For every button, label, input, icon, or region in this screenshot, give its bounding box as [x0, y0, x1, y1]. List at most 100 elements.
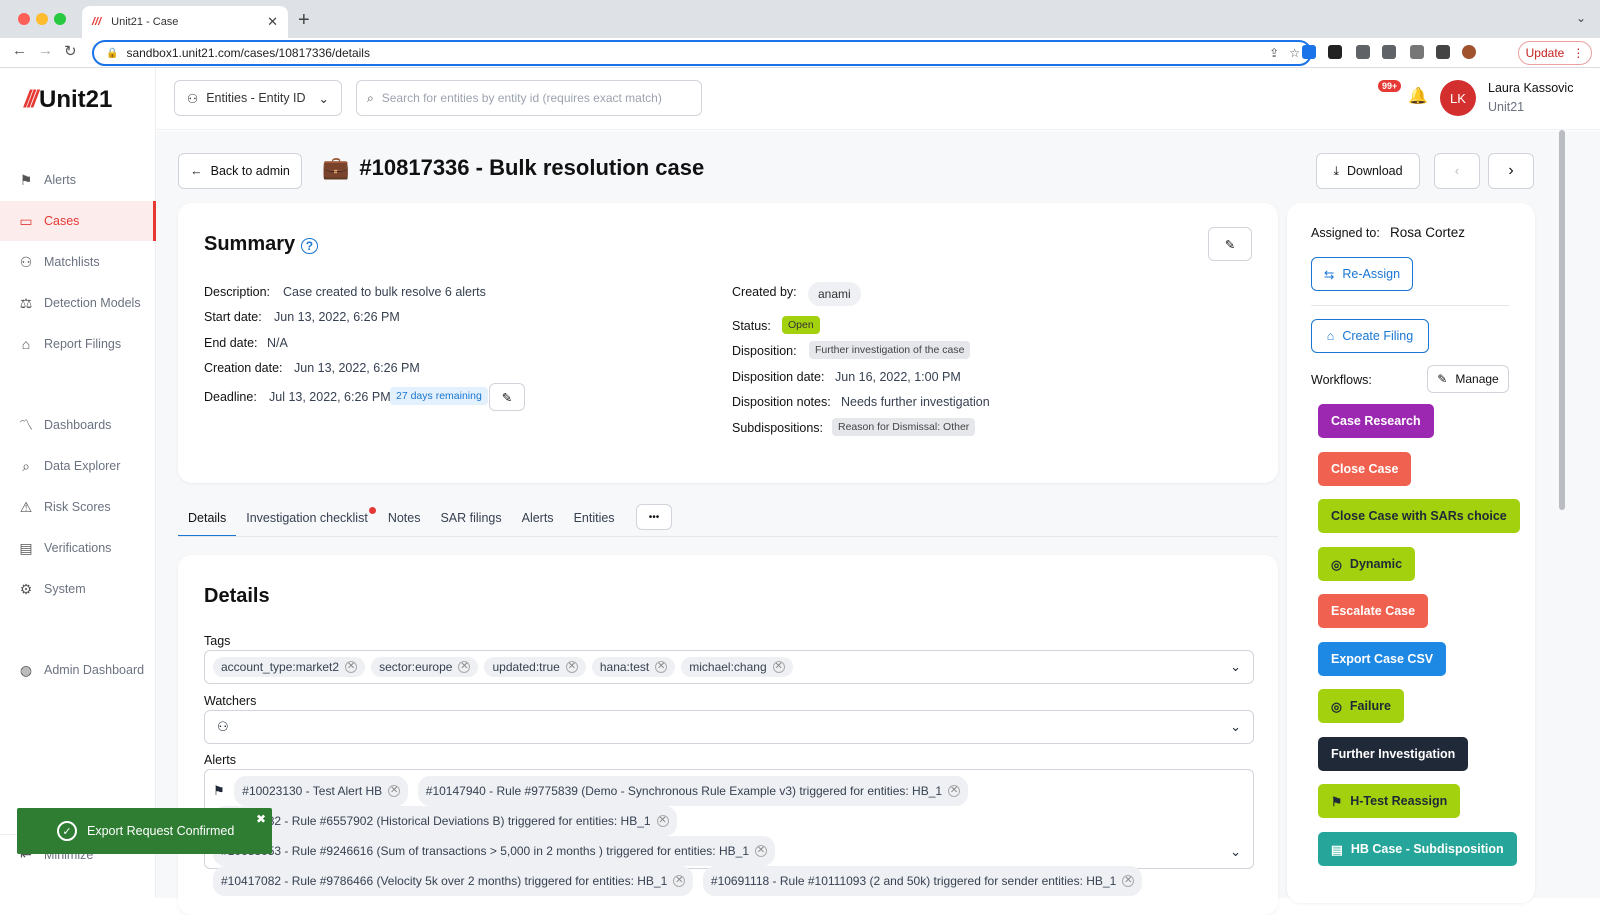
tab-alerts[interactable]: Alerts — [512, 501, 564, 537]
remove-tag-icon[interactable]: ✕ — [565, 661, 578, 673]
workflow-export-case-csv-button[interactable]: Export Case CSV — [1318, 642, 1447, 676]
help-icon[interactable]: ? — [300, 238, 319, 254]
url-text: sandbox1.unit21.com/cases/10817336/detai… — [126, 46, 370, 60]
update-button[interactable]: Update ⋮ — [1518, 41, 1592, 65]
maximize-window-icon[interactable] — [54, 13, 66, 25]
tab-search-chevron-icon[interactable]: ⌄ — [1576, 11, 1586, 25]
sidebar-item-system[interactable]: ⚙ System — [0, 569, 156, 609]
manage-label: Manage — [1455, 372, 1499, 386]
reading-list-icon[interactable] — [1410, 45, 1424, 59]
tab-details[interactable]: Details — [178, 501, 237, 537]
sidebar-item-detection-models[interactable]: ⚖ Detection Models — [0, 283, 156, 323]
entity-search-input[interactable]: ⌕ Search for entities by entity id (requ… — [356, 80, 702, 116]
start-date-label: Start date: — [204, 310, 262, 324]
sidebar-item-matchlists[interactable]: ⚇ Matchlists — [0, 242, 156, 282]
remove-alert-icon[interactable]: ✕ — [1122, 875, 1135, 887]
manage-workflows-button[interactable]: ✎ Manage — [1427, 365, 1509, 393]
previous-case-button[interactable]: ‹ — [1434, 153, 1480, 189]
workflows-label: Workflows: — [1311, 373, 1372, 387]
remove-tag-icon[interactable]: ✕ — [345, 661, 358, 673]
forward-arrow-icon[interactable]: → — [38, 42, 53, 59]
remove-alert-icon[interactable]: ✕ — [656, 815, 669, 827]
sidebar-item-data-explorer[interactable]: ⌕ Data Explorer — [0, 446, 156, 486]
bell-icon[interactable]: 🔔 — [1408, 86, 1428, 106]
chevron-down-icon[interactable]: ⌄ — [1230, 659, 1241, 675]
bookmark-star-icon[interactable]: ☆ — [1289, 46, 1300, 60]
watchers-field[interactable]: ⚇ ⌄ — [204, 710, 1254, 744]
close-toast-icon[interactable]: ✖ — [256, 812, 266, 826]
unit21-logo[interactable]: /// Unit21 — [24, 86, 112, 114]
next-case-button[interactable]: › — [1488, 153, 1534, 189]
remove-alert-icon[interactable]: ✕ — [755, 845, 767, 857]
new-tab-icon[interactable]: + — [298, 9, 310, 32]
unit21-logo-mark-icon: /// — [24, 86, 38, 113]
tab-sar-filings[interactable]: SAR filings — [430, 501, 511, 537]
browser-tab[interactable]: /// Unit21 - Case ✕ — [82, 6, 288, 38]
sidebar-item-report-filings[interactable]: ⌂ Report Filings — [0, 324, 156, 364]
extension-icon[interactable] — [1302, 45, 1316, 59]
workflow-hb-case-subdisposition-button[interactable]: ▤ HB Case - Subdisposition — [1318, 832, 1517, 866]
reload-icon[interactable]: ↻ — [64, 42, 77, 60]
sidebar-item-admin-dashboard[interactable]: ◍ Admin Dashboard — [0, 650, 156, 690]
remove-alert-icon[interactable]: ✕ — [948, 785, 961, 797]
back-arrow-icon[interactable]: ← — [12, 42, 27, 59]
close-window-icon[interactable] — [18, 13, 30, 25]
sidebar-item-label: Detection Models — [44, 296, 141, 310]
tab-investigation-checklist[interactable]: Investigation checklist — [236, 501, 378, 537]
url-input[interactable]: 🔒 sandbox1.unit21.com/cases/10817336/det… — [92, 40, 1312, 66]
side-panel-icon[interactable] — [1436, 45, 1450, 59]
puzzle-icon[interactable] — [1382, 45, 1396, 59]
workflow-escalate-case-button[interactable]: Escalate Case — [1318, 594, 1429, 628]
alerts-label: Alerts — [204, 753, 236, 767]
create-filing-button[interactable]: ⌂ Create Filing — [1311, 319, 1429, 353]
sidebar-item-label: Matchlists — [44, 255, 100, 269]
chevron-down-icon[interactable]: ⌄ — [1230, 840, 1241, 864]
workflow-case-research-button[interactable]: Case Research — [1318, 404, 1434, 438]
more-tabs-button[interactable]: ••• — [636, 504, 672, 530]
remove-alert-icon[interactable]: ✕ — [673, 875, 686, 887]
share-icon[interactable]: ⇪ — [1269, 46, 1279, 60]
tags-field[interactable]: account_type:market2 ✕ sector:europe ✕ upd… — [204, 650, 1254, 684]
tab-close-icon[interactable]: ✕ — [267, 14, 278, 30]
minimize-window-icon[interactable] — [36, 13, 48, 25]
alert-chip: #10023130 - Test Alert HB ✕ — [234, 776, 409, 806]
remove-tag-icon[interactable]: ✕ — [458, 661, 471, 673]
download-button[interactable]: ⤓ Download — [1316, 153, 1420, 189]
tab-notes[interactable]: Notes — [378, 501, 431, 537]
search-placeholder: Search for entities by entity id (requir… — [381, 91, 662, 105]
edit-deadline-button[interactable]: ✎ — [489, 383, 525, 411]
page-scrollbar[interactable] — [1559, 130, 1565, 510]
reassign-button[interactable]: ⇆ Re-Assign — [1311, 257, 1413, 291]
workflow-close-case-button[interactable]: Close Case — [1318, 452, 1412, 486]
extension-icon[interactable] — [1356, 45, 1370, 59]
download-label: Download — [1346, 164, 1403, 178]
edit-summary-button[interactable]: ✎ — [1208, 227, 1252, 261]
workflow-failure-button[interactable]: ◎ Failure — [1318, 689, 1404, 723]
sidebar-item-cases[interactable]: ▭ Cases — [0, 201, 156, 241]
profile-avatar[interactable] — [1462, 45, 1476, 59]
workflow-close-case-sars-button[interactable]: Close Case with SARs choice — [1318, 499, 1520, 533]
entity-type-select[interactable]: ⚇ Entities - Entity ID ⌄ — [174, 80, 342, 116]
extension-icon[interactable] — [1328, 45, 1342, 59]
sidebar-item-verifications[interactable]: ▤ Verifications — [0, 528, 156, 568]
tab-entities[interactable]: Entities — [564, 501, 625, 537]
user-org: Unit21 — [1488, 100, 1525, 114]
sidebar-item-dashboards[interactable]: 〽 Dashboards — [0, 405, 156, 445]
sidebar-item-alerts[interactable]: ⚑ Alerts — [0, 160, 156, 200]
create-filing-label: Create Filing — [1342, 329, 1414, 343]
reassign-label: Re-Assign — [1342, 267, 1401, 281]
workflow-further-investigation-button[interactable]: Further Investigation — [1318, 737, 1469, 771]
workflow-dynamic-button[interactable]: ◎ Dynamic — [1318, 547, 1416, 581]
sidebar-item-label: Verifications — [44, 541, 112, 555]
avatar[interactable]: LK — [1440, 80, 1476, 116]
remove-tag-icon[interactable]: ✕ — [655, 661, 668, 673]
browser-tab-bar: /// Unit21 - Case ✕ + ⌄ — [0, 0, 1600, 38]
chevron-down-icon[interactable]: ⌄ — [1230, 719, 1241, 735]
back-to-admin-button[interactable]: ← Back to admin — [178, 153, 302, 189]
remove-tag-icon[interactable]: ✕ — [772, 661, 785, 673]
workflow-h-test-reassign-button[interactable]: ⚑ H-Test Reassign — [1318, 784, 1461, 818]
sidebar-item-risk-scores[interactable]: ⚠ Risk Scores — [0, 487, 156, 527]
remove-alert-icon[interactable]: ✕ — [388, 785, 401, 797]
sidebar-item-label: Data Explorer — [44, 459, 121, 473]
alerts-field[interactable]: ⚑ #10023130 - Test Alert HB ✕ #10147940 -… — [204, 769, 1254, 896]
